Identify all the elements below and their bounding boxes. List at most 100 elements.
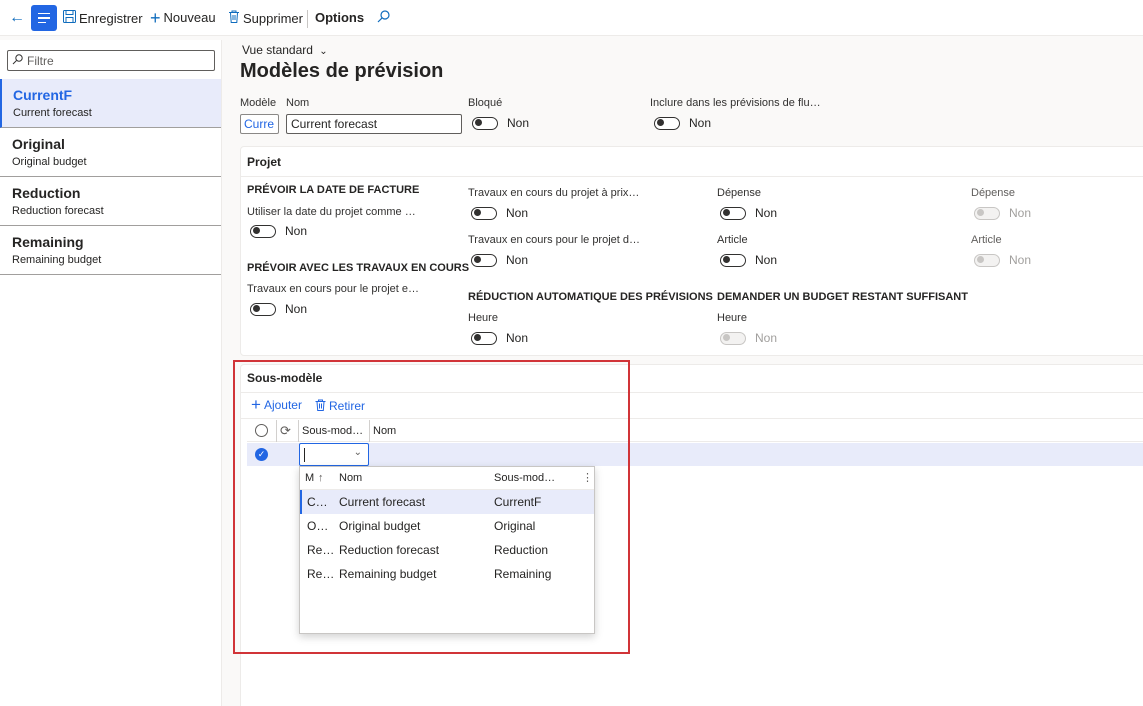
- column-header-name[interactable]: Nom: [373, 420, 396, 442]
- list-item[interactable]: CurrentF Current forecast: [0, 79, 221, 128]
- chevron-down-icon[interactable]: ⌄: [354, 447, 362, 458]
- select-all-radio[interactable]: [255, 424, 268, 437]
- toggle-value: Non: [1009, 253, 1032, 267]
- toggle-switch[interactable]: [720, 206, 746, 220]
- plus-icon: +: [251, 395, 261, 414]
- record-list: CurrentF Current forecast Original Origi…: [0, 79, 221, 275]
- hamburger-menu-icon[interactable]: [31, 5, 57, 31]
- toggle-switch[interactable]: [471, 331, 497, 345]
- sort-ascending-icon: ↑: [318, 472, 324, 484]
- include-field-label: Inclure dans les prévisions de flu…: [650, 97, 821, 109]
- wip-project-toggle[interactable]: Non: [471, 253, 528, 267]
- list-item-subtitle: Remaining budget: [12, 254, 102, 266]
- list-item[interactable]: Original Original budget: [0, 128, 221, 177]
- lookup-col-m[interactable]: M: [305, 467, 314, 490]
- toggle-switch: [974, 206, 1000, 220]
- toggle-switch[interactable]: [471, 206, 497, 220]
- list-item-title: CurrentF: [13, 87, 73, 103]
- view-label: Vue standard: [242, 43, 313, 57]
- grid-header: ⟳ Sous-mod… Nom: [247, 420, 1143, 442]
- new-label: Nouveau: [163, 10, 216, 25]
- toggle-value: Non: [689, 116, 712, 130]
- toggle-switch: [720, 331, 746, 345]
- lookup-cell-submodel: CurrentF: [494, 495, 542, 509]
- divider: [241, 418, 1143, 419]
- back-arrow-icon[interactable]: ←: [8, 9, 26, 27]
- add-button[interactable]: + Ajouter: [251, 395, 302, 414]
- submodel-lookup-input[interactable]: ⌄: [299, 443, 369, 466]
- lookup-cell-m: O…: [307, 519, 329, 533]
- search-button[interactable]: [377, 10, 390, 26]
- lookup-cell-m: C…: [307, 495, 328, 509]
- auto-reduction-hour-toggle[interactable]: Non: [471, 331, 528, 345]
- name-field-label: Nom: [286, 97, 310, 109]
- toggle-switch[interactable]: [250, 224, 276, 238]
- toggle-value: Non: [506, 253, 529, 267]
- chevron-down-icon: ⌄: [319, 46, 328, 57]
- options-label: Options: [315, 10, 365, 25]
- lookup-row[interactable]: O… Original budget Original: [300, 514, 594, 538]
- options-button[interactable]: Options: [315, 10, 364, 25]
- remove-label: Retirer: [329, 399, 366, 413]
- field-label: Dépense: [717, 187, 762, 199]
- toggle-value: Non: [755, 331, 778, 345]
- blocked-toggle[interactable]: Non: [472, 116, 529, 130]
- toggle-value: Non: [1009, 206, 1032, 220]
- field-label: Article: [717, 234, 748, 246]
- lookup-cell-submodel: Remaining: [494, 567, 552, 581]
- filter-input[interactable]: Filtre: [7, 50, 215, 71]
- toggle-value: Non: [285, 224, 308, 238]
- toggle-switch[interactable]: [720, 253, 746, 267]
- text-caret: [304, 448, 305, 462]
- projet-fasttab-title[interactable]: Projet: [247, 155, 281, 169]
- lookup-row[interactable]: Re… Reduction forecast Reduction: [300, 538, 594, 562]
- lookup-cell-submodel: Original: [494, 519, 536, 533]
- more-options-icon[interactable]: ⋮: [582, 467, 593, 490]
- table-row[interactable]: ✓: [247, 443, 1143, 466]
- toggle-switch[interactable]: [250, 302, 276, 316]
- row-checked-icon[interactable]: ✓: [255, 448, 268, 461]
- divider: [241, 176, 1143, 177]
- auto-reduction-expense-toggle[interactable]: Non: [720, 206, 777, 220]
- list-item-subtitle: Original budget: [12, 156, 87, 168]
- lookup-col-name[interactable]: Nom: [339, 467, 362, 490]
- lookup-row[interactable]: Re… Remaining budget Remaining: [300, 562, 594, 586]
- action-pane: ← Enregistrer + Nouveau Supprimer Option…: [0, 0, 1143, 36]
- refresh-icon[interactable]: ⟳: [280, 420, 291, 442]
- list-item-subtitle: Current forecast: [13, 107, 92, 119]
- page-title: Modèles de prévision: [240, 60, 444, 82]
- lookup-col-submodel[interactable]: Sous-mod…: [494, 467, 555, 490]
- toggle-switch[interactable]: [654, 116, 680, 130]
- wip-toggle[interactable]: Non: [250, 302, 307, 316]
- include-toggle[interactable]: Non: [654, 116, 711, 130]
- wip-fixed-price-toggle[interactable]: Non: [471, 206, 528, 220]
- auto-reduction-item-toggle[interactable]: Non: [720, 253, 777, 267]
- group-title: PRÉVOIR AVEC LES TRAVAUX EN COURS: [247, 262, 470, 274]
- field-label: Travaux en cours pour le projet d…: [468, 234, 641, 246]
- list-item[interactable]: Reduction Reduction forecast: [0, 177, 221, 226]
- list-item-title: Remaining: [12, 234, 84, 250]
- toggle-switch[interactable]: [472, 116, 498, 130]
- new-button[interactable]: + Nouveau: [150, 9, 216, 27]
- column-divider: [369, 420, 370, 442]
- record-list-pane: Filtre CurrentF Current forecast Origina…: [0, 40, 222, 706]
- toggle-switch[interactable]: [471, 253, 497, 267]
- view-selector[interactable]: Vue standard ⌄: [242, 43, 328, 57]
- name-field[interactable]: Current forecast: [286, 114, 462, 134]
- remove-button[interactable]: Retirer: [315, 398, 365, 414]
- invoice-date-toggle[interactable]: Non: [250, 224, 307, 238]
- column-header-submodel[interactable]: Sous-mod…: [302, 420, 363, 442]
- list-item-subtitle: Reduction forecast: [12, 205, 104, 217]
- submodel-lookup-dropdown: M ↑ Nom Sous-mod… ⋮ C… Current forecast …: [299, 466, 595, 634]
- delete-button[interactable]: Supprimer: [228, 10, 303, 26]
- search-icon: [377, 10, 390, 26]
- trash-icon: [228, 10, 240, 26]
- list-item[interactable]: Remaining Remaining budget: [0, 226, 221, 275]
- lookup-row[interactable]: C… Current forecast CurrentF: [300, 490, 594, 514]
- remaining-budget-expense-toggle: Non: [974, 206, 1031, 220]
- model-field[interactable]: Curre: [240, 114, 279, 134]
- lookup-cell-submodel: Reduction: [494, 543, 549, 557]
- submodel-fasttab-title[interactable]: Sous-modèle: [247, 371, 322, 385]
- list-item-title: Original: [12, 136, 65, 152]
- save-button[interactable]: Enregistrer: [63, 10, 143, 26]
